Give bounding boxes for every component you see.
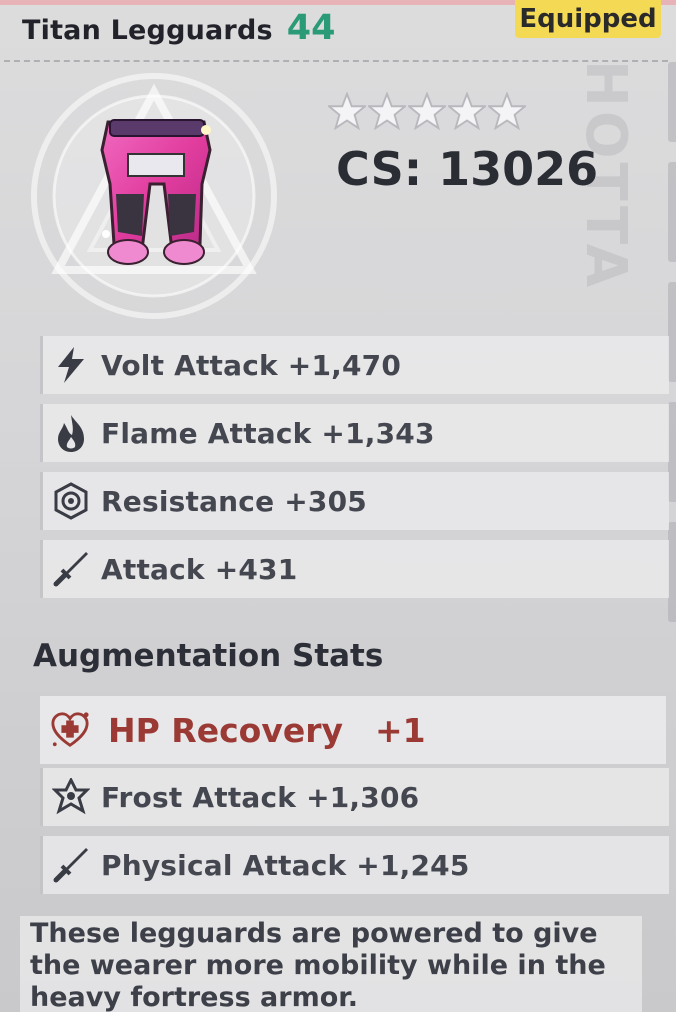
hp-recovery-value: +1	[375, 710, 426, 750]
heart-plus-icon	[50, 710, 90, 750]
stat-label: Physical Attack +1,245	[101, 848, 470, 882]
side-tab[interactable]	[668, 402, 676, 502]
side-tab[interactable]	[668, 282, 676, 382]
stat-row-physical: Physical Attack +1,245	[40, 836, 669, 894]
stat-label: Frost Attack +1,306	[101, 780, 420, 814]
augmentation-title: Augmentation Stats	[33, 638, 384, 674]
stat-row-frost: Frost Attack +1,306	[40, 768, 669, 826]
frost-icon	[51, 777, 91, 817]
background-watermark: HOTTA	[573, 60, 638, 292]
sword-icon	[51, 845, 91, 885]
item-level: 44	[286, 8, 336, 48]
side-tab[interactable]	[668, 62, 676, 142]
flame-icon	[51, 413, 91, 453]
resistance-icon	[51, 481, 91, 521]
item-description: These legguards are powered to give the …	[20, 916, 642, 1012]
stat-row-volt: Volt Attack +1,470	[40, 336, 669, 394]
item-header: Titan Legguards 44	[22, 8, 335, 48]
stat-row-flame: Flame Attack +1,343	[40, 404, 669, 462]
stat-row-attack: Attack +431	[40, 540, 669, 598]
volt-icon	[51, 345, 91, 385]
star-icon	[328, 92, 366, 130]
star-icon	[368, 92, 406, 130]
stat-label: Attack +431	[101, 552, 298, 586]
star-rating	[328, 92, 526, 130]
star-icon	[488, 92, 526, 130]
combat-score: CS: 13026	[336, 142, 599, 196]
stat-label: Flame Attack +1,343	[101, 416, 435, 450]
stat-row-resistance: Resistance +305	[40, 472, 669, 530]
stat-label: Resistance +305	[101, 484, 367, 518]
stat-label: Volt Attack +1,470	[101, 348, 402, 382]
star-icon	[408, 92, 446, 130]
sword-icon	[51, 549, 91, 589]
side-tab[interactable]	[668, 522, 676, 622]
side-tab[interactable]	[668, 162, 676, 262]
star-icon	[448, 92, 486, 130]
item-name: Titan Legguards	[22, 15, 273, 46]
legguards-item-icon	[100, 119, 212, 265]
equipped-badge: Equipped	[515, 0, 661, 38]
hp-recovery-label: HP Recovery	[108, 710, 343, 750]
stat-row-hp-recovery: HP Recovery +1	[40, 696, 666, 764]
header-divider	[4, 60, 668, 62]
